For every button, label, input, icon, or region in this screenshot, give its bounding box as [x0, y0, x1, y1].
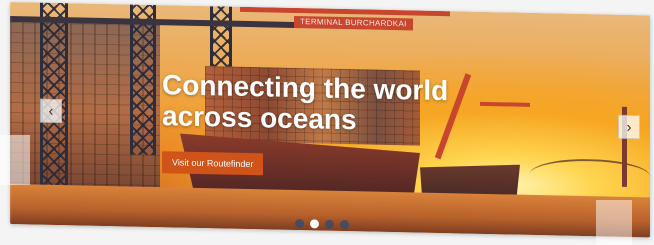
crane-tower [210, 6, 232, 67]
chevron-right-icon: › [626, 118, 632, 136]
carousel-dot-4[interactable] [340, 219, 349, 230]
carousel-prev-button[interactable]: ‹ [40, 98, 62, 124]
terminal-sign: TERMINAL BURCHARDKAI [294, 15, 413, 31]
glare [0, 135, 30, 185]
crane-tower [130, 4, 156, 156]
headline-line-2: across oceans [162, 100, 357, 136]
chevron-left-icon: ‹ [48, 102, 54, 120]
edge-fade [0, 0, 12, 245]
glare [596, 200, 632, 245]
hero-headline: Connecting the world across oceans [162, 69, 448, 137]
carousel-dot-1[interactable] [295, 218, 304, 229]
carousel-dot-3[interactable] [325, 219, 334, 229]
carousel-dots [295, 218, 349, 230]
hero-carousel: TERMINAL BURCHARDKAI Connecting the worl… [10, 2, 650, 238]
carousel-next-button[interactable]: › [618, 114, 640, 140]
carousel-dot-2[interactable] [310, 219, 319, 229]
routefinder-button[interactable]: Visit our Routefinder [162, 151, 264, 176]
